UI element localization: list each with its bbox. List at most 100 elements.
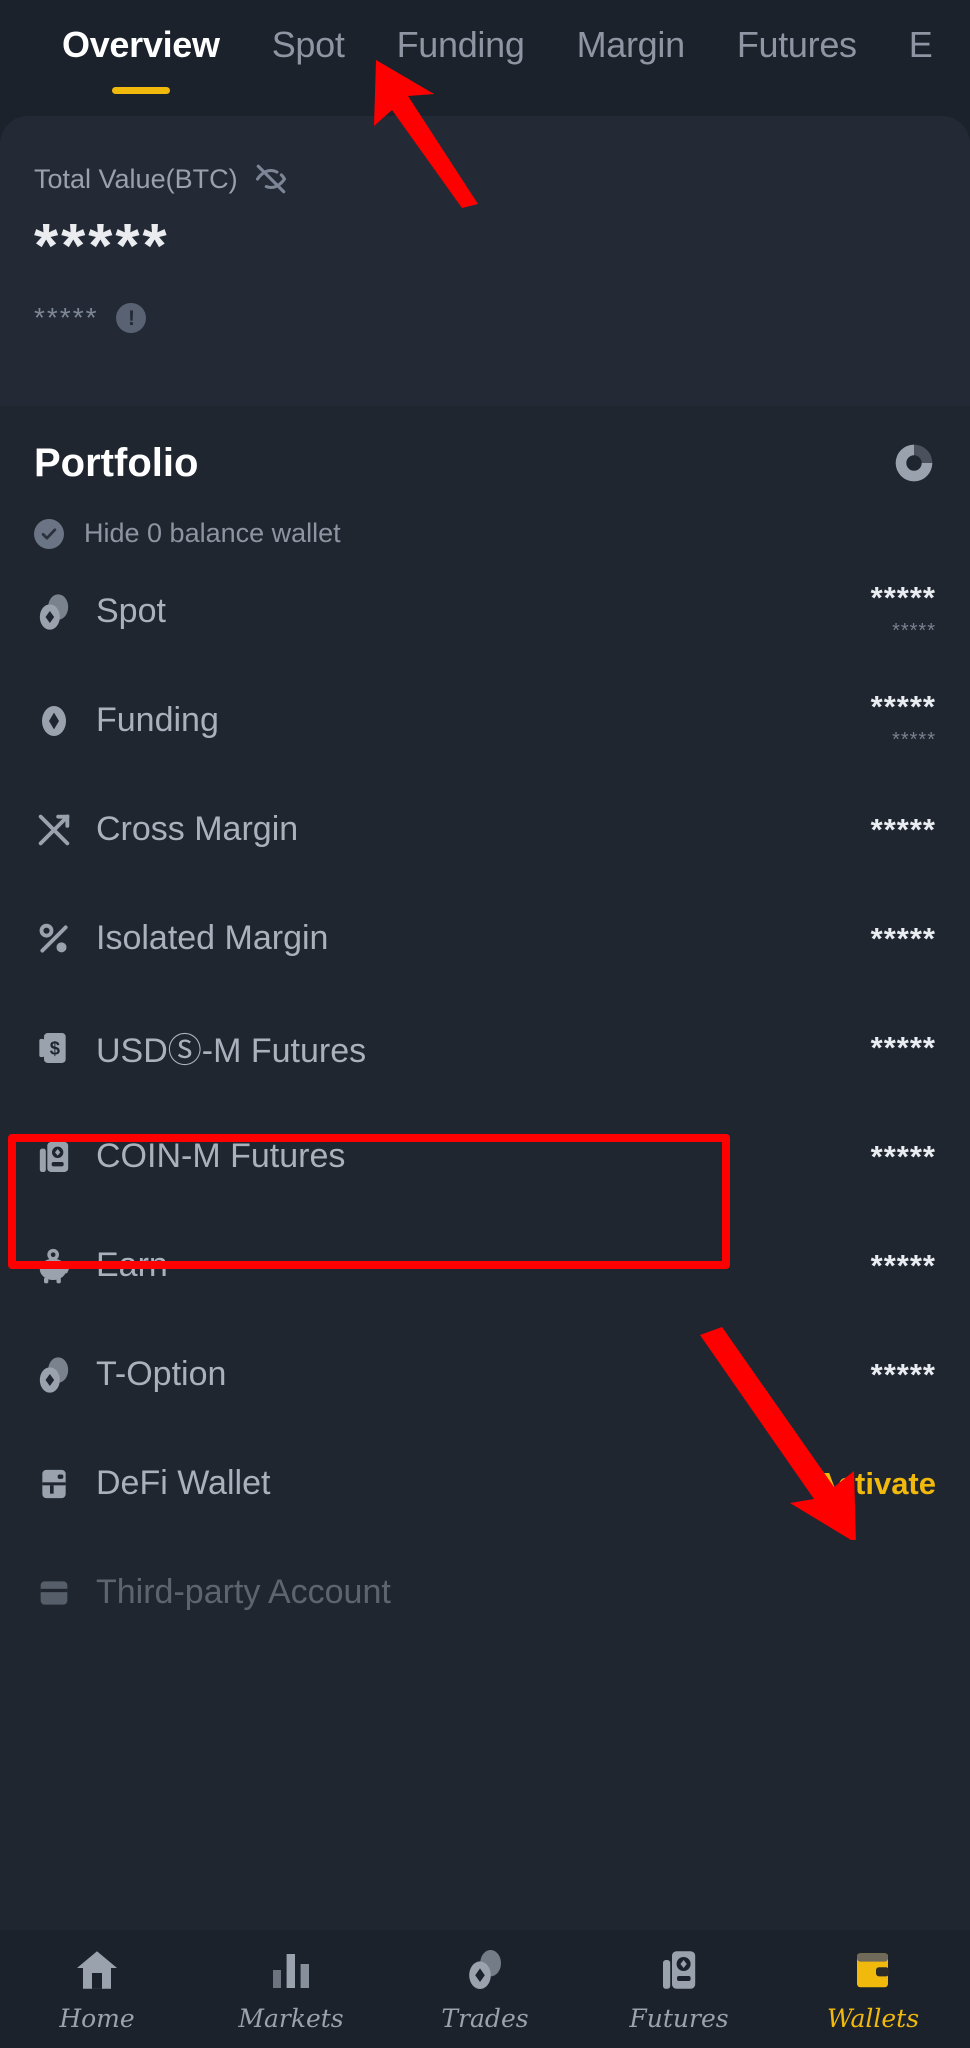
wallet-row-values: ***** *****: [870, 579, 936, 642]
wallet-row-left: Funding: [34, 701, 219, 741]
activate-button[interactable]: Activate: [815, 1466, 936, 1502]
nav-item-trades[interactable]: Trades: [388, 1946, 582, 2033]
usd-futures-icon: $: [34, 1028, 74, 1068]
tab-futures[interactable]: Futures: [711, 22, 883, 68]
wallet-row-values: Activate: [815, 1466, 936, 1502]
total-value-sub-amount: *****: [34, 302, 99, 333]
total-value-amount: *****: [34, 212, 170, 281]
nav-item-label: Markets: [238, 2003, 344, 2033]
markets-icon: [267, 1946, 315, 1994]
tab-spot[interactable]: Spot: [246, 22, 371, 68]
wallet-row-left: Cross Margin: [34, 810, 298, 850]
tab-label: Spot: [271, 24, 345, 65]
wallet-row-label: T-Option: [96, 1355, 227, 1393]
check-circle-icon: [34, 518, 64, 549]
wallet-row-left: Isolated Margin: [34, 919, 328, 959]
wallet-row-sub-value: *****: [892, 728, 936, 751]
total-value-label-row: Total Value(BTC): [34, 162, 936, 196]
bottom-navigation-bar: Home Markets Trades Futures Wallets: [0, 1930, 970, 2048]
nav-item-futures[interactable]: Futures: [582, 1946, 776, 2033]
wallet-row-values: *****: [870, 920, 936, 956]
wallet-row-defi-wallet[interactable]: DeFi Wallet Activate: [34, 1429, 936, 1538]
wallet-row-cross-margin[interactable]: Cross Margin *****: [34, 775, 936, 884]
wallet-row-isolated-margin[interactable]: Isolated Margin *****: [34, 884, 936, 993]
nav-item-markets[interactable]: Markets: [194, 1946, 388, 2033]
wallet-row-label: DeFi Wallet: [96, 1464, 271, 1502]
t-option-icon: [34, 1355, 74, 1395]
wallet-overview-screen: Overview Spot Funding Margin Futures E Total …: [0, 0, 970, 2048]
wallet-row-left: Third-party Account: [34, 1573, 391, 1613]
wallet-row-values: *****: [870, 1029, 936, 1065]
eye-off-icon[interactable]: [254, 162, 288, 196]
portfolio-section: Portfolio Hide 0 balance wallet Spot ***…: [0, 406, 970, 1930]
wallet-row-value: *****: [870, 1138, 936, 1174]
funding-icon: [34, 701, 74, 741]
tab-label: Margin: [576, 24, 686, 65]
tab-e[interactable]: E: [883, 22, 959, 68]
trades-icon: [461, 1946, 509, 1994]
wallet-row-spot[interactable]: Spot ***** *****: [34, 557, 936, 666]
wallet-row-value: *****: [870, 688, 936, 724]
pie-chart-icon[interactable]: [892, 441, 936, 485]
wallet-row-left: $ USDⓈ-M Futures: [34, 1023, 366, 1072]
tab-label: Funding: [396, 24, 525, 65]
tab-label: Futures: [736, 24, 857, 65]
wallet-row-label: USDⓈ-M Futures: [96, 1032, 367, 1070]
wallet-row-value: *****: [870, 1247, 936, 1283]
nav-item-label: Wallets: [826, 2003, 920, 2033]
wallet-row-value: *****: [870, 1029, 936, 1065]
wallet-row-value: *****: [870, 1356, 936, 1392]
wallet-row-left: Earn: [34, 1246, 168, 1286]
defi-wallet-icon: [34, 1464, 74, 1504]
wallet-row-values: ***** *****: [870, 688, 936, 751]
cross-margin-icon: [34, 810, 74, 850]
wallet-row-values: *****: [870, 1247, 936, 1283]
total-value-label: Total Value(BTC): [34, 163, 238, 194]
tab-list: Overview Spot Funding Margin Futures E: [0, 0, 970, 94]
wallet-row-label: Third-party Account: [96, 1573, 391, 1611]
active-tab-underline: [111, 87, 170, 94]
wallet-row-value: *****: [870, 811, 936, 847]
page-title: Portfolio: [34, 440, 199, 485]
top-tab-bar: Overview Spot Funding Margin Futures E: [0, 0, 970, 116]
hide-zero-balance-label: Hide 0 balance wallet: [84, 518, 341, 548]
wallet-row-values: *****: [870, 811, 936, 847]
wallet-row-coin-m-futures[interactable]: COIN-M Futures *****: [34, 1102, 936, 1211]
third-party-icon: [34, 1573, 74, 1613]
wallet-row-third-party-account[interactable]: Third-party Account: [34, 1538, 936, 1647]
nav-item-home[interactable]: Home: [0, 1946, 194, 2033]
nav-item-wallets[interactable]: Wallets: [776, 1946, 970, 2033]
isolated-margin-icon: [34, 919, 74, 959]
wallet-row-sub-value: *****: [892, 619, 936, 642]
wallet-row-funding[interactable]: Funding ***** *****: [34, 666, 936, 775]
wallet-row-left: COIN-M Futures: [34, 1137, 345, 1177]
wallet-row-label: Cross Margin: [96, 810, 299, 848]
wallet-icon: [849, 1946, 897, 1994]
hide-zero-balance-toggle[interactable]: Hide 0 balance wallet: [34, 518, 936, 549]
home-icon: [73, 1946, 121, 1994]
portfolio-header: Portfolio: [34, 406, 936, 492]
wallet-row-usd-m-futures[interactable]: $ USDⓈ-M Futures *****: [34, 993, 936, 1102]
total-value-panel: Total Value(BTC) ***** ***** !: [0, 116, 970, 406]
wallet-row-t-option[interactable]: T-Option *****: [34, 1320, 936, 1429]
tab-margin[interactable]: Margin: [551, 22, 711, 68]
total-value-sub-row: ***** !: [34, 302, 936, 334]
wallet-row-label: Spot: [96, 592, 166, 630]
spot-icon: [34, 592, 74, 632]
wallet-list: Spot ***** ***** Funding ***** ***** Cross M…: [34, 557, 936, 1647]
wallet-row-label: Funding: [96, 701, 219, 739]
coin-futures-icon: [34, 1137, 74, 1177]
wallet-row-earn[interactable]: Earn *****: [34, 1211, 936, 1320]
tab-funding[interactable]: Funding: [371, 22, 551, 68]
wallet-row-label: COIN-M Futures: [96, 1137, 346, 1175]
wallet-row-left: DeFi Wallet: [34, 1464, 270, 1504]
wallet-row-value: *****: [870, 920, 936, 956]
tab-label: Overview: [62, 24, 220, 65]
tab-overview[interactable]: Overview: [36, 22, 246, 94]
wallet-row-values: *****: [870, 1356, 936, 1392]
exclamation-circle-icon[interactable]: !: [116, 303, 147, 333]
wallet-row-value: *****: [870, 579, 936, 615]
nav-item-label: Futures: [629, 2003, 729, 2033]
svg-text:$: $: [50, 1037, 60, 1058]
nav-item-label: Home: [59, 2003, 135, 2033]
